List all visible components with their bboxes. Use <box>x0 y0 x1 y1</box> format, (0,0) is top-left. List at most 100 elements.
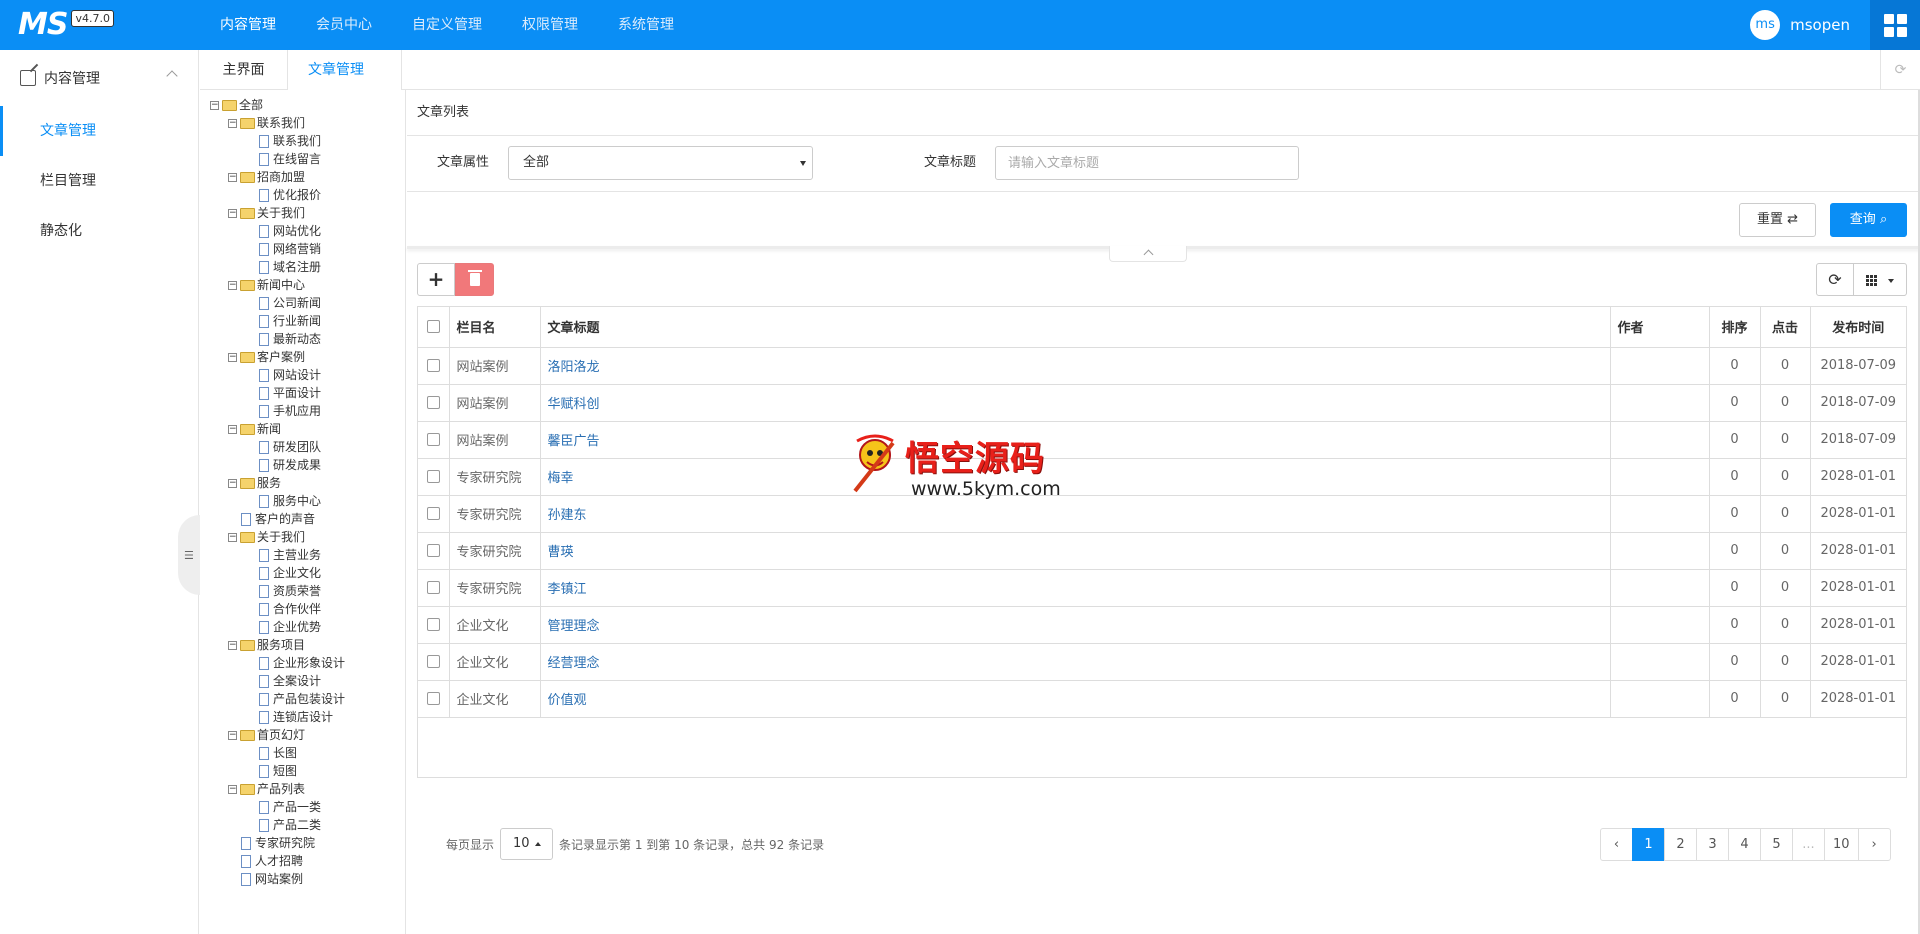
tree-node[interactable]: 企业优势 <box>200 618 405 636</box>
tree-node-label[interactable]: 全案设计 <box>273 672 321 690</box>
tree-node[interactable]: 产品一类 <box>200 798 405 816</box>
user-menu[interactable]: ms msopen <box>1750 10 1850 40</box>
sidebar-item-articles[interactable]: 文章管理 <box>0 106 198 156</box>
columns-toggle-button[interactable] <box>1854 263 1907 296</box>
tree-node[interactable]: 行业新闻 <box>200 312 405 330</box>
tab-article-management[interactable]: 文章管理× <box>288 50 402 117</box>
tree-node-label[interactable]: 联系我们 <box>273 132 321 150</box>
tree-node-label[interactable]: 客户案例 <box>257 348 305 366</box>
tree-node-label[interactable]: 首页幻灯 <box>257 726 305 744</box>
tree-node[interactable]: 客户的声音 <box>200 510 405 528</box>
tree-node[interactable]: 连锁店设计 <box>200 708 405 726</box>
row-checkbox[interactable] <box>426 581 440 594</box>
tree-node-label[interactable]: 公司新闻 <box>273 294 321 312</box>
tree-node[interactable]: 长图 <box>200 744 405 762</box>
article-title-link[interactable]: 馨臣广告 <box>548 434 600 449</box>
table-row[interactable]: 专家研究院 曹瑛 0 0 2028-01-01 <box>418 531 1906 570</box>
tree-node-label[interactable]: 产品列表 <box>257 780 305 798</box>
topnav-system[interactable]: 系统管理 <box>618 0 694 50</box>
tree-node-label[interactable]: 专家研究院 <box>255 834 315 852</box>
tree-node[interactable]: 合作伙伴 <box>200 600 405 618</box>
tree-node-label[interactable]: 短图 <box>273 762 297 780</box>
tree-node[interactable]: 在线留言 <box>200 150 405 168</box>
tree-node[interactable]: 产品二类 <box>200 816 405 834</box>
attr-select[interactable]: 全部 <box>508 146 813 180</box>
tree-node[interactable]: 优化报价 <box>200 186 405 204</box>
tree-node-label[interactable]: 服务 <box>257 474 281 492</box>
tree-node[interactable]: 服务中心 <box>200 492 405 510</box>
topnav-content[interactable]: 内容管理 <box>220 0 296 50</box>
table-row[interactable]: 专家研究院 梅幸 0 0 2028-01-01 <box>418 457 1906 496</box>
header-hits[interactable]: 点击 <box>1759 307 1811 348</box>
tree-collapse-icon[interactable]: − <box>228 730 237 740</box>
tree-node-label[interactable]: 服务项目 <box>257 636 305 654</box>
tree-node[interactable]: 人才招聘 <box>200 852 405 870</box>
tree-node-label[interactable]: 手机应用 <box>273 402 321 420</box>
header-date[interactable]: 发布时间 <box>1809 307 1906 348</box>
collapse-search-handle[interactable] <box>1109 246 1187 262</box>
tree-node[interactable]: 研发团队 <box>200 438 405 456</box>
tree-node[interactable]: 资质荣誉 <box>200 582 405 600</box>
tree-node[interactable]: − 关于我们 <box>200 204 405 222</box>
page-button[interactable]: 10 <box>1824 828 1859 861</box>
tree-node[interactable]: 研发成果 <box>200 456 405 474</box>
tree-node-label[interactable]: 关于我们 <box>257 204 305 222</box>
table-row[interactable]: 网站案例 洛阳洛龙 0 0 2018-07-09 <box>418 346 1906 385</box>
tree-node[interactable]: 域名注册 <box>200 258 405 276</box>
tree-node[interactable]: 主营业务 <box>200 546 405 564</box>
select-all-checkbox[interactable] <box>426 320 440 334</box>
tree-node-label[interactable]: 产品二类 <box>273 816 321 834</box>
user-name[interactable]: msopen <box>1790 16 1850 34</box>
tree-node-label[interactable]: 长图 <box>273 744 297 762</box>
row-checkbox[interactable] <box>426 396 440 409</box>
tree-node-label[interactable]: 连锁店设计 <box>273 708 333 726</box>
tree-node[interactable]: 公司新闻 <box>200 294 405 312</box>
header-column[interactable]: 栏目名 <box>448 307 541 348</box>
tree-node[interactable]: 产品包装设计 <box>200 690 405 708</box>
tree-node-label[interactable]: 在线留言 <box>273 150 321 168</box>
page-button[interactable]: 4 <box>1728 828 1761 861</box>
header-author[interactable]: 作者 <box>1609 307 1710 348</box>
tree-node[interactable]: 网站优化 <box>200 222 405 240</box>
tree-collapse-icon[interactable]: − <box>228 532 237 542</box>
tree-node-label[interactable]: 研发团队 <box>273 438 321 456</box>
tree-node-label[interactable]: 研发成果 <box>273 456 321 474</box>
page-button[interactable]: 3 <box>1696 828 1729 861</box>
apps-grid-button[interactable] <box>1870 0 1920 50</box>
row-checkbox[interactable] <box>426 692 440 705</box>
table-row[interactable]: 专家研究院 孙建东 0 0 2028-01-01 <box>418 494 1906 533</box>
page-next[interactable]: › <box>1857 828 1891 861</box>
tree-node-label[interactable]: 网站设计 <box>273 366 321 384</box>
table-row[interactable]: 企业文化 价值观 0 0 2028-01-01 <box>418 679 1906 718</box>
tree-node-label[interactable]: 主营业务 <box>273 546 321 564</box>
tree-node-label[interactable]: 网站案例 <box>255 870 303 888</box>
tree-node-label[interactable]: 客户的声音 <box>255 510 315 528</box>
page-button[interactable]: 5 <box>1760 828 1793 861</box>
tree-node[interactable]: 网站设计 <box>200 366 405 384</box>
tree-node[interactable]: 手机应用 <box>200 402 405 420</box>
header-title[interactable]: 文章标题 <box>539 307 1611 348</box>
article-title-link[interactable]: 经营理念 <box>548 656 600 671</box>
tree-node-label[interactable]: 关于我们 <box>257 528 305 546</box>
article-title-link[interactable]: 梅幸 <box>548 471 574 486</box>
tree-node-label[interactable]: 人才招聘 <box>255 852 303 870</box>
row-checkbox[interactable] <box>426 470 440 483</box>
tree-collapse-icon[interactable]: − <box>228 280 237 290</box>
tab-home[interactable]: 主界面 <box>200 50 288 90</box>
tree-node-label[interactable]: 产品包装设计 <box>273 690 345 708</box>
reset-button[interactable]: 重置 ⇄ <box>1739 203 1816 237</box>
page-button[interactable]: 2 <box>1664 828 1697 861</box>
tree-node[interactable]: − 首页幻灯 <box>200 726 405 744</box>
sidebar-item-static[interactable]: 静态化 <box>0 206 198 256</box>
tree-node-label[interactable]: 优化报价 <box>273 186 321 204</box>
tree-node-label[interactable]: 新闻中心 <box>257 276 305 294</box>
tree-node[interactable]: − 招商加盟 <box>200 168 405 186</box>
tree-node-label[interactable]: 产品一类 <box>273 798 321 816</box>
sidebar-item-columns[interactable]: 栏目管理 <box>0 156 198 206</box>
tree-node-label[interactable]: 合作伙伴 <box>273 600 321 618</box>
tree-node-label[interactable]: 域名注册 <box>273 258 321 276</box>
table-row[interactable]: 网站案例 馨臣广告 0 0 2018-07-09 <box>418 420 1906 459</box>
query-button[interactable]: 查询 ⌕ <box>1830 203 1907 237</box>
tree-collapse-icon[interactable]: − <box>228 640 237 650</box>
tree-node[interactable]: − 服务项目 <box>200 636 405 654</box>
